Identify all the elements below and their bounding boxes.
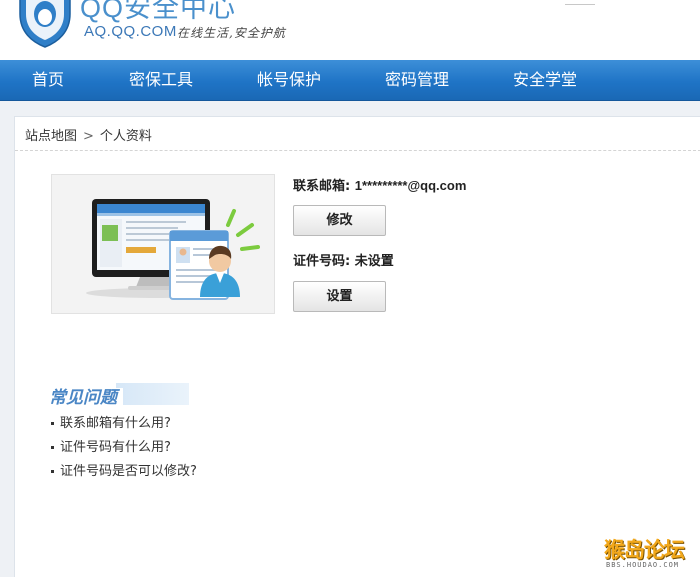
- brand-title: QQ安全中心: [80, 0, 237, 23]
- nav-item-security-tools[interactable]: 密保工具: [129, 60, 193, 100]
- faq-item[interactable]: 证件号码有什么用?: [51, 438, 197, 462]
- forum-watermark: 猴岛论坛 BBS.HOUDAO.COM: [604, 534, 694, 574]
- brand-slogan: 在线生活,安全护航: [177, 26, 286, 40]
- breadcrumb-separator: >: [83, 129, 94, 144]
- breadcrumb-current: 个人资料: [99, 129, 152, 144]
- divider: [15, 150, 700, 151]
- watermark-subtext: BBS.HOUDAO.COM: [606, 561, 680, 569]
- faq-item-text: 证件号码是否可以修改?: [60, 464, 197, 479]
- email-value: 1*********@qq.com: [354, 178, 467, 193]
- nav-item-home[interactable]: 首页: [32, 60, 64, 100]
- nav-item-password-management[interactable]: 密码管理: [385, 60, 449, 100]
- bullet-icon: [51, 446, 54, 449]
- id-label: 证件号码:: [293, 254, 351, 269]
- faq-item-text: 证件号码有什么用?: [60, 440, 171, 455]
- faq-list: 联系邮箱有什么用? 证件号码有什么用? 证件号码是否可以修改?: [51, 414, 197, 486]
- nav-item-account-protection[interactable]: 帐号保护: [257, 60, 321, 100]
- qq-shield-logo-icon[interactable]: [18, 0, 72, 48]
- breadcrumb-sitemap-link[interactable]: 站点地图: [25, 129, 77, 144]
- faq-item[interactable]: 联系邮箱有什么用?: [51, 414, 197, 438]
- main-content: 站点地图 > 个人资料 联系邮箱: 1*********@qq.com 修改 证…: [14, 116, 700, 577]
- site-header: QQ安全中心 AQ.QQ.COM 在线生活,安全护航: [0, 0, 700, 60]
- watermark-text: 猴岛论坛: [604, 538, 685, 562]
- nav-item-security-school[interactable]: 安全学堂: [513, 60, 577, 100]
- brand-domain[interactable]: AQ.QQ.COM: [84, 23, 177, 40]
- faq-title: 常见问题: [49, 383, 189, 408]
- bullet-icon: [51, 422, 54, 425]
- id-value: 未设置: [354, 254, 394, 269]
- email-info: 联系邮箱: 1*********@qq.com: [293, 175, 466, 194]
- breadcrumb: 站点地图 > 个人资料: [25, 125, 152, 144]
- email-label: 联系邮箱:: [293, 179, 351, 194]
- faq-item[interactable]: 证件号码是否可以修改?: [51, 462, 197, 486]
- faq-item-text: 联系邮箱有什么用?: [60, 416, 171, 431]
- modify-email-button[interactable]: 修改: [293, 205, 386, 236]
- main-nav: 首页 密保工具 帐号保护 密码管理 安全学堂: [0, 60, 700, 101]
- bullet-icon: [51, 470, 54, 473]
- faq-title-text: 常见问题: [49, 388, 123, 408]
- monitor-person-illustration-icon: [86, 199, 260, 300]
- header-divider: [565, 0, 595, 5]
- set-id-button[interactable]: 设置: [293, 281, 386, 312]
- id-info: 证件号码: 未设置: [293, 250, 394, 269]
- profile-illustration: [51, 174, 275, 314]
